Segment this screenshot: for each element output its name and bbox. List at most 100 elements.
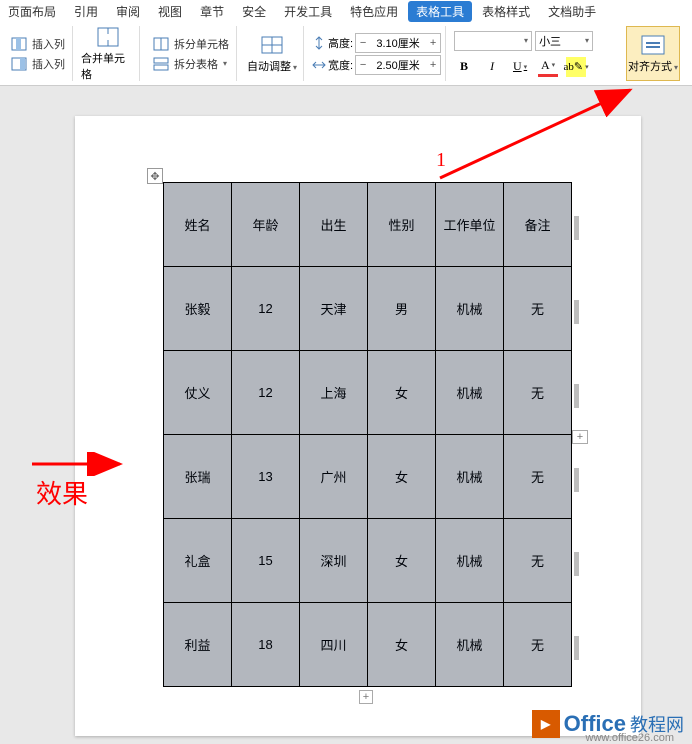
chevron-down-icon: ▾ [293,63,297,72]
table-cell[interactable]: 无 [504,603,572,687]
table-cell[interactable]: 广州 [300,435,368,519]
font-size-select[interactable]: 小三 ▾ [535,31,593,51]
table-header-cell[interactable]: 性别 [368,183,436,267]
document-area: ✥ 姓名 年龄 出生 性别 工作单位 备注 张毅 12 天津 男 机械 无 仗义… [0,86,692,744]
table-cell[interactable]: 仗义 [164,351,232,435]
group-font: ▾ 小三 ▾ B I U A ab✎ [450,26,597,81]
height-increment[interactable]: + [426,34,440,52]
table-cell[interactable]: 上海 [300,351,368,435]
table-cell[interactable]: 机械 [436,351,504,435]
annotation-1: 1 [436,149,446,172]
width-value: 2.50厘米 [370,57,426,73]
watermark: ▶ Office 教程网 www.office26.com [532,710,684,738]
table-header-cell[interactable]: 姓名 [164,183,232,267]
table-header-cell[interactable]: 备注 [504,183,572,267]
table-cell[interactable]: 机械 [436,435,504,519]
table-cell[interactable]: 机械 [436,519,504,603]
table-cell[interactable]: 13 [232,435,300,519]
table-header-cell[interactable]: 出生 [300,183,368,267]
row-handle[interactable] [574,468,579,492]
add-row-button[interactable]: + [359,690,373,704]
table-cell[interactable]: 18 [232,603,300,687]
table-cell[interactable]: 张瑞 [164,435,232,519]
row-handle[interactable] [574,216,579,240]
table-move-handle[interactable]: ✥ [147,168,163,184]
table-cell[interactable]: 女 [368,519,436,603]
width-decrement[interactable]: − [356,56,370,74]
table-cell[interactable]: 无 [504,267,572,351]
row-handle[interactable] [574,384,579,408]
table-header-cell[interactable]: 年龄 [232,183,300,267]
table-cell[interactable]: 男 [368,267,436,351]
italic-button[interactable]: I [482,57,502,77]
table-cell[interactable]: 利益 [164,603,232,687]
align-button[interactable]: 对齐方式▾ [626,26,680,81]
split-table-button[interactable]: 拆分表格▾ [148,55,232,73]
insert-column-icon-2 [9,56,29,72]
menu-special[interactable]: 特色应用 [342,1,406,22]
table-cell[interactable]: 12 [232,267,300,351]
font-color-button[interactable]: A [538,57,558,77]
bold-button[interactable]: B [454,57,474,77]
table-cell[interactable]: 机械 [436,603,504,687]
split-cells-button[interactable]: 拆分单元格 [148,35,232,53]
table-cell[interactable]: 12 [232,351,300,435]
merge-cells-button[interactable]: 合并单元格 [81,26,135,82]
autofit-label: 自动调整 [247,61,291,73]
chevron-down-icon: ▾ [674,63,678,72]
insert-column-button-1[interactable]: 插入列 [6,35,68,53]
table-cell[interactable]: 天津 [300,267,368,351]
data-table[interactable]: 姓名 年龄 出生 性别 工作单位 备注 张毅 12 天津 男 机械 无 仗义 1… [163,182,572,687]
menu-security[interactable]: 安全 [234,1,274,22]
split-cells-label: 拆分单元格 [174,36,229,52]
table-cell[interactable]: 礼盒 [164,519,232,603]
table-cell[interactable]: 15 [232,519,300,603]
table-cell[interactable]: 女 [368,351,436,435]
width-spinner[interactable]: − 2.50厘米 + [355,55,441,75]
group-insert: 插入列 插入列 [2,26,73,81]
menu-table-style[interactable]: 表格样式 [474,1,538,22]
page: ✥ 姓名 年龄 出生 性别 工作单位 备注 张毅 12 天津 男 机械 无 仗义… [75,116,641,736]
chevron-down-icon: ▾ [223,59,227,68]
menu-doc-helper[interactable]: 文档助手 [540,1,604,22]
table-cell[interactable]: 无 [504,351,572,435]
insert-column-button-2[interactable]: 插入列 [6,55,68,73]
table-cell[interactable]: 张毅 [164,267,232,351]
width-icon [312,58,326,72]
table-cell[interactable]: 女 [368,603,436,687]
autofit-button[interactable]: 自动调整▾ [245,26,299,81]
insert-column-label-2: 插入列 [32,56,65,72]
table-cell[interactable]: 机械 [436,267,504,351]
height-label: 高度: [328,35,353,51]
row-handle[interactable] [574,300,579,324]
table-cell[interactable]: 无 [504,519,572,603]
menu-review[interactable]: 审阅 [108,1,148,22]
table-header-cell[interactable]: 工作单位 [436,183,504,267]
watermark-url: www.office26.com [586,732,674,744]
table-cell[interactable]: 女 [368,435,436,519]
align-icon [640,34,666,56]
menu-chapter[interactable]: 章节 [192,1,232,22]
menu-table-tools[interactable]: 表格工具 [408,1,472,22]
insert-column-label: 插入列 [32,36,65,52]
menu-references[interactable]: 引用 [66,1,106,22]
table-row: 仗义 12 上海 女 机械 无 [164,351,572,435]
group-merge: 合并单元格 [77,26,140,81]
highlight-button[interactable]: ab✎ [566,57,586,77]
table-cell[interactable]: 无 [504,435,572,519]
menu-page-layout[interactable]: 页面布局 [0,1,64,22]
underline-button[interactable]: U [510,57,530,77]
align-label: 对齐方式 [628,61,672,73]
table-row: 礼盒 15 深圳 女 机械 无 [164,519,572,603]
width-increment[interactable]: + [426,56,440,74]
height-spinner[interactable]: − 3.10厘米 + [355,33,441,53]
menu-view[interactable]: 视图 [150,1,190,22]
row-handle[interactable] [574,636,579,660]
row-handle[interactable] [574,552,579,576]
menu-devtools[interactable]: 开发工具 [276,1,340,22]
height-decrement[interactable]: − [356,34,370,52]
add-column-button[interactable]: + [572,430,588,444]
table-cell[interactable]: 深圳 [300,519,368,603]
font-family-select[interactable]: ▾ [454,31,532,51]
table-cell[interactable]: 四川 [300,603,368,687]
